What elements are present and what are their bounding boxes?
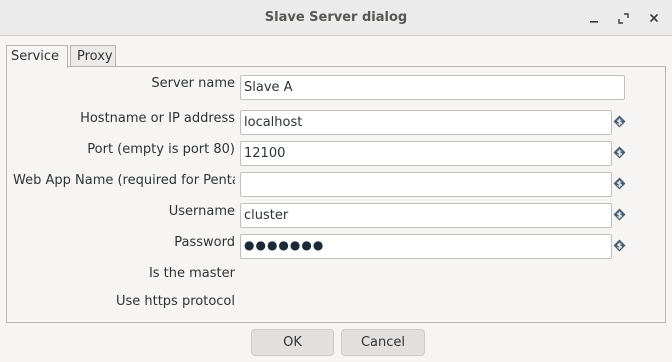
server-name-label: Server name: [151, 76, 235, 91]
variable-icon[interactable]: $: [613, 208, 626, 221]
maximize-icon: [617, 12, 629, 24]
svg-text:$: $: [617, 148, 623, 157]
https-label: Use https protocol: [115, 294, 235, 309]
variable-icon[interactable]: $: [613, 177, 626, 190]
is-master-label: Is the master: [148, 266, 235, 281]
tab-service-label: Service: [11, 49, 60, 64]
hostname-label: Hostname or IP address: [80, 111, 235, 126]
tab-proxy-label: Proxy: [77, 49, 113, 64]
close-button[interactable]: [644, 8, 664, 28]
port-label: Port (empty is port 80): [87, 142, 235, 157]
minimize-icon: [590, 21, 598, 23]
svg-text:$: $: [617, 117, 623, 126]
password-input[interactable]: ●●●●●●●: [240, 234, 612, 259]
variable-icon[interactable]: $: [613, 115, 626, 128]
svg-text:$: $: [617, 241, 623, 250]
ok-button-label: OK: [283, 335, 302, 350]
ok-button[interactable]: OK: [251, 329, 334, 356]
webapp-input[interactable]: [240, 172, 612, 197]
variable-icon[interactable]: $: [613, 146, 626, 159]
cancel-button-label: Cancel: [360, 335, 406, 350]
tab-service[interactable]: Service: [6, 45, 68, 68]
window-title: Slave Server dialog: [264, 10, 408, 25]
svg-text:$: $: [617, 210, 623, 219]
cancel-button[interactable]: Cancel: [341, 329, 425, 356]
hostname-input[interactable]: localhost: [240, 110, 612, 135]
close-icon: [649, 13, 659, 23]
tab-proxy[interactable]: Proxy: [70, 45, 116, 67]
maximize-button[interactable]: [613, 8, 633, 28]
username-label: Username: [168, 204, 235, 219]
minimize-button[interactable]: [584, 8, 604, 28]
svg-text:$: $: [617, 179, 623, 188]
title-bar: Slave Server dialog: [0, 0, 672, 36]
server-name-input[interactable]: Slave A: [240, 75, 625, 100]
password-label: Password: [174, 235, 235, 250]
variable-icon[interactable]: $: [613, 239, 626, 252]
webapp-label: Web App Name (required for Penta: [13, 173, 235, 188]
username-input[interactable]: cluster: [240, 203, 612, 228]
port-input[interactable]: 12100: [240, 141, 612, 166]
